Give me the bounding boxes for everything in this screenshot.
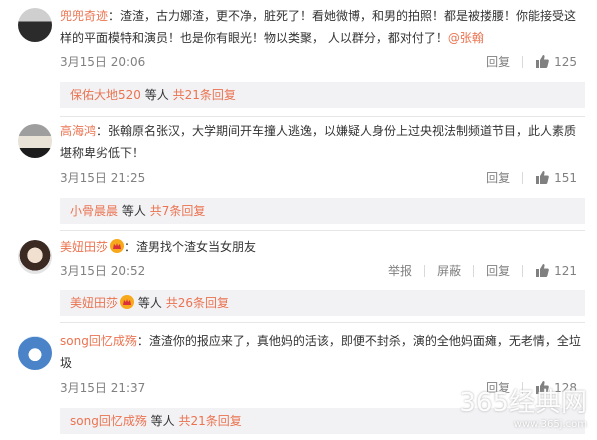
reply-summary[interactable]: 美妞田莎 等人 共26条回复 xyxy=(60,290,585,316)
divider xyxy=(60,322,585,323)
username[interactable]: 美妞田莎 xyxy=(60,240,108,254)
reply-username[interactable]: 保佑大地520 xyxy=(70,88,141,102)
avatar[interactable] xyxy=(18,124,52,158)
divider xyxy=(473,264,475,277)
timestamp: 3月15日 21:25 xyxy=(60,171,146,185)
divider xyxy=(522,55,524,68)
reply-username[interactable]: song回忆成殇 xyxy=(70,414,147,428)
reply-summary[interactable]: 小骨晨晨 等人 共7条回复 xyxy=(60,198,585,224)
avatar[interactable] xyxy=(18,336,52,370)
like-button[interactable]: 151 xyxy=(535,171,577,185)
thumbs-up-icon xyxy=(536,171,549,184)
comment-text: song回忆成殇：渣渣你的报应来了，真他妈的活该，即便不封杀，演的全他妈面瘫，无… xyxy=(60,334,581,370)
thumbs-up-icon xyxy=(536,55,549,68)
comment-actions: 回复 125 xyxy=(474,53,577,70)
divider xyxy=(60,230,585,231)
vip-crown-icon xyxy=(120,295,135,309)
thumbs-up-icon xyxy=(536,264,549,277)
comment-text: 美妞田莎 ：渣男找个渣女当女朋友 xyxy=(60,239,257,254)
like-count: 125 xyxy=(554,54,577,69)
watermark-logo: 365经典网 www.365j.com xyxy=(459,388,587,430)
username[interactable]: 兜兜奇迹 xyxy=(60,9,108,23)
comment-text: 兜兜奇迹：渣渣，古力娜渣，更不净，脏死了！看她微博，和男的拍照！都是被搂腰！你能… xyxy=(60,9,577,45)
avatar[interactable] xyxy=(18,240,52,274)
reply-button[interactable]: 回复 xyxy=(486,169,510,186)
mention-link[interactable]: @张翰 xyxy=(448,31,484,45)
reply-button[interactable]: 回复 xyxy=(486,262,510,279)
like-count: 121 xyxy=(554,263,577,278)
divider xyxy=(522,171,524,184)
divider xyxy=(60,116,585,117)
reply-button[interactable]: 回复 xyxy=(486,53,510,70)
like-button[interactable]: 125 xyxy=(535,55,577,69)
timestamp: 3月15日 20:06 xyxy=(60,55,146,69)
divider xyxy=(522,264,524,277)
like-count: 151 xyxy=(554,170,577,185)
username[interactable]: song回忆成殇 xyxy=(60,334,137,348)
timestamp: 3月15日 21:37 xyxy=(60,381,146,395)
username[interactable]: 高海鸿 xyxy=(60,124,96,138)
block-button[interactable]: 屏蔽 xyxy=(437,262,461,279)
reply-count-link[interactable]: 共21条回复 xyxy=(179,414,242,428)
comment-text: 高海鸿：张翰原名张汉，大学期间开车撞人逃逸，以嫌疑人身份上过央视法制频道节目，此… xyxy=(60,124,577,160)
avatar[interactable] xyxy=(18,8,52,42)
reply-summary[interactable]: 保佑大地520 等人 共21条回复 xyxy=(60,82,585,108)
comment-actions: 回复 151 xyxy=(474,169,577,186)
divider xyxy=(424,264,426,277)
reply-count-link[interactable]: 共7条回复 xyxy=(150,204,206,218)
report-button[interactable]: 举报 xyxy=(388,262,412,279)
like-button[interactable]: 121 xyxy=(535,264,577,278)
reply-username[interactable]: 美妞田莎 xyxy=(70,296,118,310)
comment-actions: 举报 屏蔽 回复 121 xyxy=(376,262,577,279)
vip-crown-icon xyxy=(110,239,125,253)
reply-count-link[interactable]: 共21条回复 xyxy=(173,88,236,102)
reply-username[interactable]: 小骨晨晨 xyxy=(70,204,118,218)
timestamp: 3月15日 20:52 xyxy=(60,264,146,278)
reply-count-link[interactable]: 共26条回复 xyxy=(166,296,229,310)
